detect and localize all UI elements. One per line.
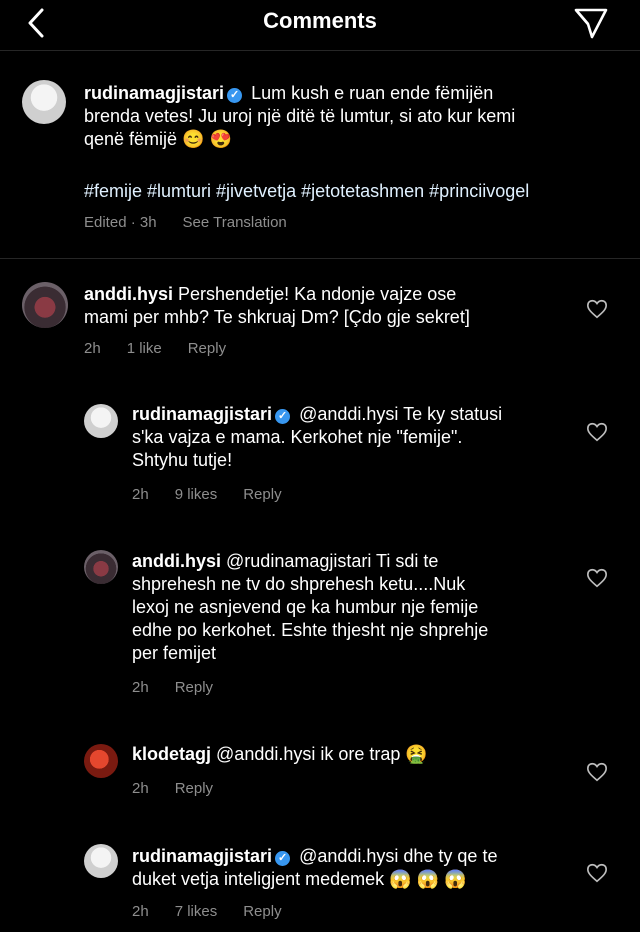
comment-line: Shtyhu tutje!: [132, 450, 233, 470]
paper-plane-icon[interactable]: [572, 6, 610, 40]
caption-line: Lum kush e ruan ende fëmijën: [251, 83, 494, 103]
verified-badge-icon: ✓: [227, 88, 243, 103]
comment-meta: 2h 9 likes Reply: [132, 486, 308, 503]
comment-time: 2h: [84, 340, 101, 357]
avatar[interactable]: [84, 550, 118, 584]
comment-meta: 2h 7 likes Reply: [132, 903, 308, 920]
comment-username[interactable]: rudinamagjistari: [132, 404, 272, 424]
avatar[interactable]: [22, 282, 68, 328]
comment-time: 2h: [132, 679, 149, 696]
caption-line: brenda vetes! Ju uroj një ditë të lumtur…: [84, 106, 516, 126]
comment-text: rudinamagjistari ✓ @anddi.hysi Te ky stat…: [132, 403, 572, 472]
comment-meta: 2h 1 like Reply: [84, 340, 252, 357]
reply-button[interactable]: Reply: [175, 679, 213, 696]
comment-line: per femijet: [132, 643, 217, 663]
comment-time: 2h: [132, 903, 149, 920]
caption-meta: Edited · 3h See Translation: [84, 214, 313, 231]
comment-line: s'ka vajza e mama. Kerkohet nje "femije"…: [132, 427, 463, 447]
comment-time: 2h: [132, 780, 149, 797]
comment-meta: 2h Reply: [132, 679, 239, 696]
comment-line: mami per mhb? Te shkruaj Dm? [Çdo gje se…: [84, 307, 470, 327]
reply-button[interactable]: Reply: [243, 486, 281, 503]
caption-time: Edited · 3h: [84, 214, 157, 231]
comment-text: klodetagj @anddi.hysi ik ore trap 🤮: [132, 743, 582, 766]
caption-divider: [0, 258, 640, 259]
comment-line: @anddi.hysi Te ky statusi: [299, 404, 503, 424]
verified-badge-icon: ✓: [275, 409, 291, 424]
verified-badge-icon: ✓: [275, 851, 291, 866]
caption-username[interactable]: rudinamagjistari: [84, 83, 224, 103]
avatar[interactable]: [84, 844, 118, 878]
page-title: Comments: [263, 8, 377, 33]
comment-username[interactable]: klodetagj: [132, 744, 211, 764]
likes-count[interactable]: 1 like: [127, 340, 162, 357]
reply-button[interactable]: Reply: [175, 780, 213, 797]
avatar[interactable]: [22, 80, 66, 124]
reply-button[interactable]: Reply: [188, 340, 226, 357]
comment-line: Pershendetje! Ka ndonje vajze ose: [178, 284, 457, 304]
comment-username[interactable]: anddi.hysi: [132, 551, 221, 571]
comment-text: anddi.hysi Pershendetje! Ka ndonje vajze…: [84, 283, 584, 329]
heart-outline-icon[interactable]: [586, 298, 608, 320]
comment-text: rudinamagjistari ✓ @anddi.hysi dhe ty qe …: [132, 845, 582, 891]
caption-hashtags[interactable]: #femije #lumturi #jivetvetja #jetotetash…: [84, 180, 629, 203]
comment-text: anddi.hysi @rudinamagjistari Ti sdi te s…: [132, 550, 582, 665]
comment-line: shprehesh ne tv do shprehesh ketu....Nuk: [132, 574, 466, 594]
header-divider: [0, 50, 640, 51]
reply-button[interactable]: Reply: [243, 903, 281, 920]
caption-text: rudinamagjistari ✓ Lum kush e ruan ende f…: [84, 82, 624, 151]
heart-outline-icon[interactable]: [586, 761, 608, 783]
comment-line: lexoj ne asnjevend qe ka humbur nje femi…: [132, 597, 479, 617]
caption-line: qenë fëmijë 😊 😍: [84, 129, 232, 149]
comment-time: 2h: [132, 486, 149, 503]
heart-outline-icon[interactable]: [586, 567, 608, 589]
avatar[interactable]: [84, 404, 118, 438]
comment-username[interactable]: rudinamagjistari: [132, 846, 272, 866]
comment-line: @anddi.hysi ik ore trap 🤮: [216, 744, 428, 764]
comment-username[interactable]: anddi.hysi: [84, 284, 173, 304]
comment-meta: 2h Reply: [132, 780, 239, 797]
heart-outline-icon[interactable]: [586, 862, 608, 884]
comment-line: duket vetja inteligjent medemek 😱 😱 😱: [132, 869, 467, 889]
likes-count[interactable]: 9 likes: [175, 486, 218, 503]
avatar[interactable]: [84, 744, 118, 778]
likes-count[interactable]: 7 likes: [175, 903, 218, 920]
comment-line: edhe po kerkohet. Eshte thjesht nje shpr…: [132, 620, 489, 640]
comment-line: @rudinamagjistari Ti sdi te: [226, 551, 439, 571]
heart-outline-icon[interactable]: [586, 421, 608, 443]
see-translation-button[interactable]: See Translation: [183, 214, 287, 231]
comment-line: @anddi.hysi dhe ty qe te: [299, 846, 498, 866]
